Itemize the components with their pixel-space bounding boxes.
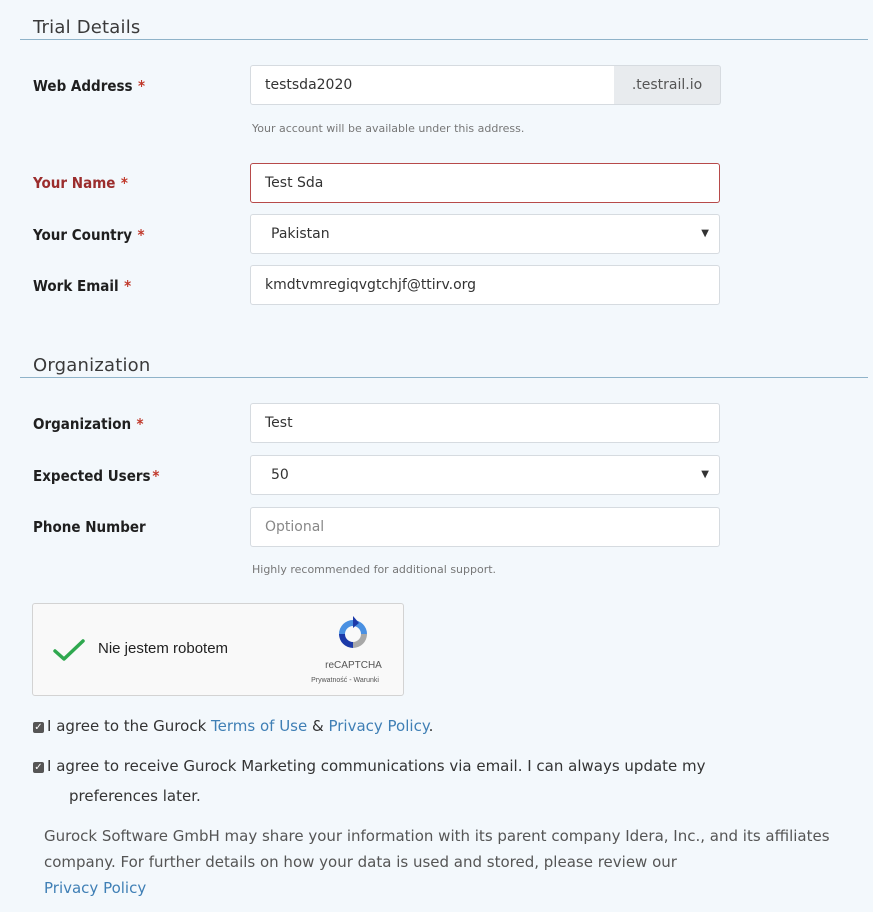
terms-of-use-link[interactable]: Terms of Use: [211, 717, 307, 735]
your-country-label-text: Your Country: [33, 226, 133, 244]
terms-agreement: ✓ I agree to the Gurock Terms of Use & Pr…: [33, 714, 433, 738]
recaptcha-label: Nie jestem robotem: [98, 640, 229, 657]
chevron-down-icon: ▼: [701, 228, 709, 239]
phone-number-input[interactable]: Optional: [250, 507, 720, 547]
web-address-input[interactable]: testsda2020: [250, 65, 615, 105]
required-mark: *: [152, 467, 160, 485]
organization-input[interactable]: Test: [250, 403, 720, 443]
your-name-label-text: Your Name: [33, 174, 116, 192]
section-divider: [20, 39, 868, 40]
required-mark: *: [124, 277, 132, 295]
terms-amp: &: [307, 717, 329, 735]
your-name-label: Your Name *: [33, 174, 128, 192]
web-address-help-text: Your account will be available under thi…: [252, 122, 525, 135]
section-divider: [20, 377, 868, 378]
marketing-text-line2: preferences later.: [69, 787, 201, 805]
required-mark: *: [136, 415, 144, 433]
your-name-input[interactable]: Test Sda: [250, 163, 720, 203]
required-mark: *: [137, 226, 145, 244]
phone-number-help-text: Highly recommended for additional suppor…: [252, 563, 497, 576]
expected-users-label-text: Expected Users: [33, 467, 151, 485]
recaptcha-brand: reCAPTCHA: [325, 660, 382, 671]
section-title-trial-details: Trial Details: [33, 17, 141, 38]
your-country-label: Your Country *: [33, 226, 145, 244]
expected-users-value: 50: [271, 467, 289, 483]
marketing-checkbox[interactable]: ✓: [33, 762, 44, 773]
expected-users-label: Expected Users *: [33, 467, 159, 485]
disclaimer: Gurock Software GmbH may share your info…: [44, 823, 854, 901]
privacy-policy-link[interactable]: Privacy Policy: [328, 717, 428, 735]
chevron-down-icon: ▼: [701, 469, 709, 480]
recaptcha-widget[interactable]: Nie jestem robotem reCAPTCHA Prywatność …: [32, 603, 404, 696]
marketing-agreement: ✓ I agree to receive Gurock Marketing com…: [33, 754, 706, 778]
terms-prefix: I agree to the Gurock: [47, 717, 212, 735]
required-mark: *: [120, 174, 128, 192]
recaptcha-logo-icon: [339, 616, 367, 648]
recaptcha-links[interactable]: Prywatność - Warunki: [285, 677, 405, 684]
organization-label: Organization *: [33, 415, 144, 433]
work-email-label-text: Work Email: [33, 277, 119, 295]
section-title-organization: Organization: [33, 355, 151, 376]
disclaimer-privacy-policy-link[interactable]: Privacy Policy: [44, 879, 146, 897]
terms-suffix: .: [428, 717, 434, 735]
web-address-suffix: .testrail.io: [614, 65, 721, 105]
web-address-label-text: Web Address: [33, 77, 133, 95]
marketing-text-line1: I agree to receive Gurock Marketing comm…: [47, 757, 706, 775]
work-email-label: Work Email *: [33, 277, 131, 295]
your-country-select[interactable]: Pakistan ▼: [250, 214, 720, 254]
organization-label-text: Organization: [33, 415, 132, 433]
work-email-input[interactable]: kmdtvmregiqvgtchjf@ttirv.org: [250, 265, 720, 305]
expected-users-select[interactable]: 50 ▼: [250, 455, 720, 495]
phone-number-label: Phone Number: [33, 518, 146, 536]
checkmark-icon[interactable]: [53, 638, 85, 662]
terms-checkbox[interactable]: ✓: [33, 722, 44, 733]
web-address-label: Web Address *: [33, 77, 145, 95]
required-mark: *: [137, 77, 146, 95]
disclaimer-text: Gurock Software GmbH may share your info…: [44, 827, 830, 871]
your-country-value: Pakistan: [271, 226, 330, 242]
